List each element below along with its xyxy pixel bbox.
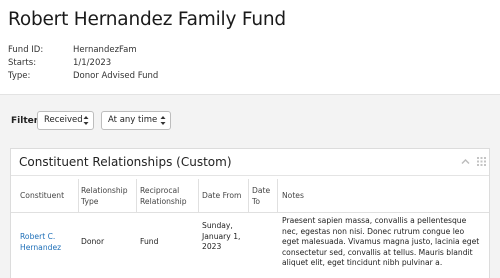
col-divider bbox=[198, 179, 199, 213]
relationship-type-cell: Donor bbox=[81, 237, 105, 246]
col-constituent[interactable]: Constituent bbox=[20, 191, 75, 202]
fund-start-value: 1/1/2023 bbox=[73, 58, 112, 68]
col-divider bbox=[277, 179, 278, 213]
col-divider bbox=[248, 179, 249, 213]
fund-type-row: Type: Donor Advised Fund bbox=[8, 71, 158, 81]
fund-id-label: Fund ID: bbox=[8, 45, 44, 55]
chevron-up-icon[interactable] bbox=[461, 158, 470, 165]
col-date-to[interactable]: Date To bbox=[252, 186, 272, 207]
fund-id-value: HernandezFam bbox=[73, 45, 137, 55]
panel-divider bbox=[11, 175, 489, 176]
status-filter-select[interactable]: Received bbox=[37, 111, 94, 130]
time-filter-value: At any time bbox=[108, 115, 158, 125]
header-row-divider bbox=[11, 212, 489, 213]
header-divider bbox=[0, 94, 500, 95]
notes-cell: Praesent sapien massa, convallis a pelle… bbox=[282, 216, 480, 267]
col-notes[interactable]: Notes bbox=[282, 191, 382, 202]
reciprocal-relationship-cell: Fund bbox=[140, 237, 159, 246]
date-from-cell: Sunday, January 1, 2023 bbox=[202, 221, 241, 251]
grid-icon[interactable] bbox=[477, 157, 486, 166]
col-reciprocal-relationship[interactable]: Reciprocal Relationship bbox=[140, 186, 200, 207]
fund-type-value: Donor Advised Fund bbox=[73, 71, 159, 81]
fund-id-row: Fund ID: HernandezFam bbox=[8, 45, 137, 55]
fund-type-label: Type: bbox=[8, 71, 31, 81]
fund-start-row: Starts: 1/1/2023 bbox=[8, 58, 111, 68]
fund-header: Robert Hernandez Family Fund Fund ID: He… bbox=[0, 0, 500, 94]
status-filter-value: Received bbox=[44, 115, 83, 125]
col-divider bbox=[136, 179, 137, 213]
constituent-relationships-panel: Constituent Relationships (Custom) Const… bbox=[10, 148, 490, 278]
fund-start-label: Starts: bbox=[8, 58, 37, 68]
constituent-link[interactable]: Robert C. Hernandez bbox=[20, 232, 72, 253]
page-title: Robert Hernandez Family Fund bbox=[8, 9, 286, 30]
time-filter-select[interactable]: At any time bbox=[101, 111, 171, 130]
col-date-from[interactable]: Date From bbox=[202, 191, 252, 202]
panel-title: Constituent Relationships (Custom) bbox=[19, 155, 232, 169]
col-relationship-type[interactable]: Relationship Type bbox=[81, 186, 131, 207]
up-down-arrows-icon bbox=[160, 116, 166, 125]
up-down-arrows-icon bbox=[83, 116, 89, 125]
col-divider bbox=[78, 179, 79, 213]
